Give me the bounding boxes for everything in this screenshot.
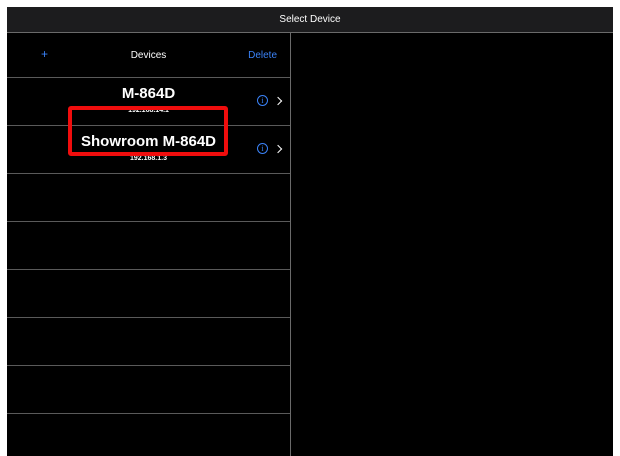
device-name: Showroom M-864D [80, 133, 216, 150]
delete-button[interactable]: Delete [248, 50, 277, 61]
empty-row [7, 270, 290, 318]
title-bar: Select Device [7, 7, 613, 33]
device-row-m-864d[interactable]: M-864D 192.168.14.1 i [7, 78, 290, 126]
device-list-pane: + Devices Delete M-864D 192.168.14.1 i S… [7, 33, 291, 456]
empty-row [7, 318, 290, 366]
app-window: Select Device + Devices Delete M-864D 19… [7, 7, 613, 456]
devices-nav-bar: + Devices Delete [7, 33, 290, 78]
info-circle-icon[interactable]: i [257, 143, 268, 154]
window-title: Select Device [279, 14, 341, 25]
empty-row [7, 366, 290, 414]
device-name: M-864D [121, 85, 176, 102]
detail-pane [291, 33, 613, 456]
empty-row [7, 222, 290, 270]
device-row-showroom-m-864d[interactable]: Showroom M-864D 192.168.1.3 i [7, 126, 290, 174]
empty-row [7, 414, 290, 456]
device-ip: 192.168.14.1 [128, 107, 169, 114]
device-list: M-864D 192.168.14.1 i Showroom M-864D 19… [7, 78, 290, 456]
device-ip: 192.168.1.3 [130, 155, 167, 162]
info-circle-icon[interactable]: i [257, 95, 268, 106]
empty-row [7, 174, 290, 222]
